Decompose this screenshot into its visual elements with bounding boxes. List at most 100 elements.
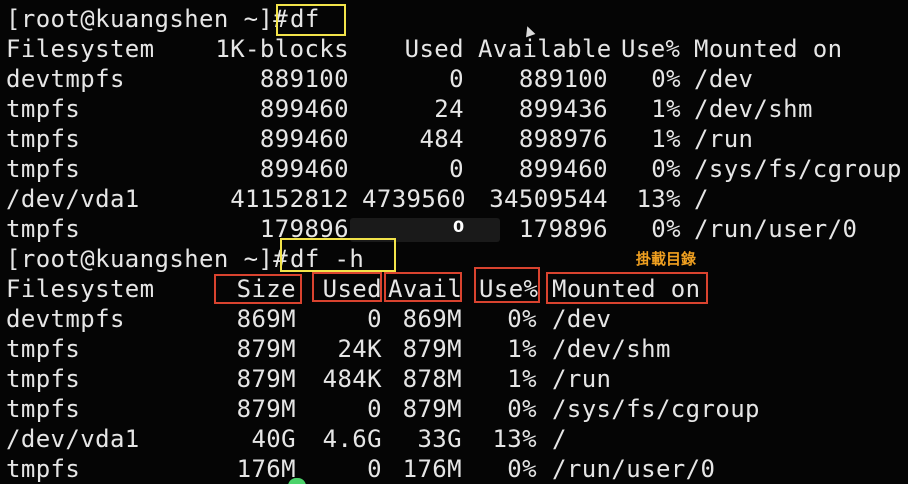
header-filesystem: Filesystem (6, 275, 155, 303)
cell-use-percent: 0% (507, 305, 537, 333)
cell-filesystem: tmpfs (6, 125, 81, 153)
command-line: [root@kuangshen ~]# df -h (6, 244, 364, 274)
cell-use-percent: 0% (651, 215, 681, 243)
cell-avail: 878M (402, 365, 462, 393)
header-available: Available (478, 35, 612, 63)
table-row: tmpfs 179896 179896 0% /run/user/0 (6, 214, 857, 244)
cell-used: 4.6G (322, 425, 382, 453)
cell-size: 40G (251, 425, 296, 453)
cell-used: 4739560 (362, 185, 466, 213)
cell-size: 176M (236, 455, 296, 483)
cell-mounted-on: /run/user/0 (552, 455, 716, 483)
cell-filesystem: /dev/vda1 (6, 425, 140, 453)
cell-filesystem: tmpfs (6, 155, 81, 183)
cell-available: 34509544 (489, 185, 608, 213)
cell-blocks: 899460 (259, 155, 349, 183)
table-row: devtmpfs 869M 0 869M 0% /dev (6, 304, 611, 334)
cell-avail: 869M (402, 305, 462, 333)
cell-used: 0 (367, 305, 382, 333)
command-text: df -h (290, 245, 365, 273)
cell-avail: 33G (417, 425, 462, 453)
header-filesystem: Filesystem (6, 35, 155, 63)
command-line: [root@kuangshen ~]# df (6, 4, 319, 34)
cell-avail: 879M (402, 335, 462, 363)
header-mounted-on: Mounted on (552, 275, 701, 303)
cell-used: 0 (367, 395, 382, 423)
command-text: df (290, 5, 320, 33)
header-use-percent: Use% (479, 275, 539, 303)
cell-use-percent: 0% (651, 155, 681, 183)
cell-use-percent: 1% (651, 95, 681, 123)
header-used: Used (404, 35, 464, 63)
cell-used: 24K (337, 335, 382, 363)
cell-used: 484 (419, 125, 464, 153)
table-header: Filesystem 1K-blocks Used Available Use%… (6, 34, 842, 64)
cell-filesystem: tmpfs (6, 455, 81, 483)
cell-use-percent: 13% (492, 425, 537, 453)
header-1k-blocks: 1K-blocks (215, 35, 349, 63)
cell-blocks: 899460 (259, 95, 349, 123)
cell-mounted-on: /dev/shm (694, 95, 813, 123)
video-overlay-blur (350, 218, 500, 242)
table-row: /dev/vda1 41152812 4739560 34509544 13% … (6, 184, 708, 214)
table-row: /dev/vda1 40G 4.6G 33G 13% / (6, 424, 566, 454)
header-used: Used (322, 275, 382, 303)
table-row: tmpfs 899460 484 898976 1% /run (6, 124, 753, 154)
cell-use-percent: 1% (507, 365, 537, 393)
terminal-window[interactable]: [root@kuangshen ~]# df Filesystem 1K-blo… (0, 0, 908, 484)
cell-use-percent: 1% (651, 125, 681, 153)
cell-available: 899436 (518, 95, 608, 123)
shell-prompt: [root@kuangshen ~]# (6, 5, 289, 33)
cell-mounted-on: /dev (694, 65, 754, 93)
cell-avail: 879M (402, 395, 462, 423)
green-indicator-icon (288, 478, 306, 484)
shell-prompt: [root@kuangshen ~]# (6, 245, 289, 273)
cell-used: 484K (322, 365, 382, 393)
cell-filesystem: devtmpfs (6, 305, 125, 333)
cell-mounted-on: /dev (552, 305, 612, 333)
cell-used: 0 (449, 155, 464, 183)
cell-mounted-on: / (552, 425, 567, 453)
cell-use-percent: 0% (507, 455, 537, 483)
table-row: tmpfs 176M 0 176M 0% /run/user/0 (6, 454, 715, 484)
cell-mounted-on: /sys/fs/cgroup (694, 155, 902, 183)
cell-size: 869M (236, 305, 296, 333)
header-mounted-on: Mounted on (694, 35, 843, 63)
cell-size: 879M (236, 335, 296, 363)
cell-filesystem: tmpfs (6, 335, 81, 363)
cell-filesystem: tmpfs (6, 365, 81, 393)
cell-mounted-on: /run/user/0 (694, 215, 858, 243)
mount-directory-note: 掛載目錄 (636, 250, 697, 268)
overlay-zero-label: 0 (453, 217, 465, 236)
table-row: tmpfs 899460 0 899460 0% /sys/fs/cgroup (6, 154, 901, 184)
header-use-percent: Use% (621, 35, 681, 63)
cell-blocks: 41152812 (230, 185, 349, 213)
cell-mounted-on: /run (552, 365, 612, 393)
table-row: tmpfs 899460 24 899436 1% /dev/shm (6, 94, 812, 124)
cell-blocks: 899460 (259, 125, 349, 153)
cell-available: 899460 (518, 155, 608, 183)
cell-avail: 176M (402, 455, 462, 483)
cell-mounted-on: /dev/shm (552, 335, 671, 363)
cell-used: 0 (449, 65, 464, 93)
cell-use-percent: 1% (507, 335, 537, 363)
cell-mounted-on: /sys/fs/cgroup (552, 395, 760, 423)
cell-used: 24 (434, 95, 464, 123)
cell-filesystem: tmpfs (6, 95, 81, 123)
table-row: devtmpfs 889100 0 889100 0% /dev (6, 64, 753, 94)
cell-blocks: 889100 (259, 65, 349, 93)
cell-filesystem: tmpfs (6, 215, 81, 243)
cell-filesystem: devtmpfs (6, 65, 125, 93)
header-avail: Avail (388, 275, 463, 303)
cell-size: 879M (236, 395, 296, 423)
table-row: tmpfs 879M 484K 878M 1% /run (6, 364, 611, 394)
cell-filesystem: /dev/vda1 (6, 185, 140, 213)
cell-used: 0 (367, 455, 382, 483)
cell-use-percent: 0% (651, 65, 681, 93)
cell-filesystem: tmpfs (6, 395, 81, 423)
cell-mounted-on: /run (694, 125, 754, 153)
cell-use-percent: 0% (507, 395, 537, 423)
cell-available: 898976 (518, 125, 608, 153)
cell-blocks: 179896 (259, 215, 349, 243)
cell-mounted-on: / (694, 185, 709, 213)
